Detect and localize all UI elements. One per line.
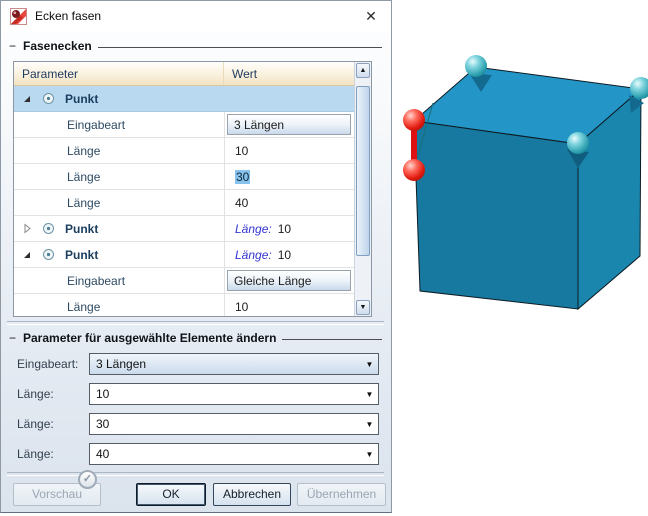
combobox-value: 40: [96, 447, 110, 461]
chevron-down-icon[interactable]: ▼: [361, 390, 378, 399]
parameter-table: Parameter Wert Punkt Eingabeart 3 Längen…: [13, 61, 372, 317]
point-icon: [40, 248, 57, 261]
cube-front-face: [413, 120, 579, 310]
section-divider: [7, 321, 384, 325]
point-icon: [40, 92, 57, 105]
laenge3-combobox[interactable]: 40 ▼: [89, 443, 379, 465]
table-row-laenge-2[interactable]: Länge 30: [14, 164, 354, 190]
summary-label: Länge:: [235, 221, 272, 236]
eingabeart-dropdown[interactable]: Gleiche Länge: [227, 270, 351, 291]
app-icon: [10, 7, 27, 25]
table-row-punkt-3[interactable]: Punkt Länge: 10: [14, 242, 354, 268]
table-body: Punkt Eingabeart 3 Längen Länge 10 Länge…: [14, 86, 354, 316]
window-title: Ecken fasen: [35, 9, 102, 23]
section-parameter-header: − Parameter für ausgewählte Elemente änd…: [9, 331, 382, 345]
table-row-punkt-1[interactable]: Punkt: [14, 86, 354, 112]
close-icon[interactable]: ✕: [360, 5, 382, 27]
row-label: Länge: [67, 195, 101, 210]
table-row-eingabeart-1[interactable]: Eingabeart 3 Längen: [14, 112, 354, 138]
section-label: Fasenecken: [23, 39, 92, 53]
laenge-value[interactable]: 10: [235, 144, 248, 158]
laenge-value[interactable]: 40: [235, 196, 248, 210]
laenge1-combobox[interactable]: 10 ▼: [89, 383, 379, 405]
row-label: Eingabeart: [67, 273, 126, 288]
table-header: Parameter Wert: [14, 62, 371, 86]
eingabeart-field-label: Eingabeart:: [17, 357, 79, 371]
expanded-icon[interactable]: [20, 94, 34, 104]
viewport-3d[interactable]: [392, 0, 648, 513]
laenge2-combobox[interactable]: 30 ▼: [89, 413, 379, 435]
scroll-down-button[interactable]: ▼: [356, 300, 370, 315]
corner-handle-red[interactable]: [403, 159, 425, 181]
corner-handle-teal[interactable]: [465, 55, 487, 77]
section-rule: [97, 46, 382, 48]
point-icon: [40, 222, 57, 235]
table-row-punkt-2[interactable]: Punkt Länge: 10: [14, 216, 354, 242]
combobox-value: 30: [96, 417, 110, 431]
check-badge-icon: ✓: [78, 470, 97, 489]
chevron-down-icon[interactable]: ▼: [361, 450, 378, 459]
table-row-eingabeart-2[interactable]: Eingabeart Gleiche Länge: [14, 268, 354, 294]
summary-label: Länge:: [235, 247, 272, 262]
row-label: Länge: [67, 143, 101, 158]
laenge-value-selected[interactable]: 30: [235, 169, 251, 184]
table-row-laenge-4[interactable]: Länge 10: [14, 294, 354, 316]
chevron-down-icon[interactable]: ▼: [361, 420, 378, 429]
collapse-icon[interactable]: −: [9, 39, 17, 53]
combobox-value: 10: [96, 387, 110, 401]
laenge1-field-label: Länge:: [17, 387, 54, 401]
section-fasenecken-header: − Fasenecken: [9, 39, 382, 53]
expanded-icon[interactable]: [20, 250, 34, 260]
laenge-value[interactable]: 10: [235, 300, 248, 314]
section-rule: [282, 338, 382, 340]
button-divider: [7, 472, 384, 476]
eingabeart-dropdown[interactable]: 3 Längen: [227, 114, 351, 135]
uebernehmen-button[interactable]: Übernehmen: [297, 483, 386, 506]
row-label: Länge: [67, 169, 101, 184]
laenge3-field-label: Länge:: [17, 447, 54, 461]
ok-button[interactable]: OK: [136, 483, 206, 506]
ecken-fasen-dialog: Ecken fasen ✕ − Fasenecken Parameter Wer…: [0, 0, 392, 513]
dropdown-value: 3 Längen: [234, 117, 285, 132]
cube-preview: [403, 55, 648, 311]
laenge2-field-label: Länge:: [17, 417, 54, 431]
column-header-wert[interactable]: Wert: [224, 62, 371, 85]
summary-value: 10: [277, 247, 292, 262]
corner-handle-red[interactable]: [403, 109, 425, 131]
collapsed-icon[interactable]: [20, 223, 34, 234]
table-row-laenge-3[interactable]: Länge 40: [14, 190, 354, 216]
scrollbar-thumb[interactable]: [356, 86, 370, 256]
row-label: Länge: [67, 299, 101, 314]
corner-handle-teal[interactable]: [567, 132, 589, 154]
combobox-value: 3 Längen: [96, 357, 147, 371]
abbrechen-button[interactable]: Abbrechen: [213, 483, 291, 506]
row-label: Punkt: [65, 221, 99, 236]
column-header-parameter[interactable]: Parameter: [14, 62, 224, 85]
section-label: Parameter für ausgewählte Elemente änder…: [23, 331, 277, 345]
dropdown-value: Gleiche Länge: [234, 273, 312, 288]
row-label: Eingabeart: [67, 117, 126, 132]
collapse-icon[interactable]: −: [9, 331, 17, 345]
table-row-laenge-1[interactable]: Länge 10: [14, 138, 354, 164]
titlebar[interactable]: Ecken fasen ✕: [1, 1, 391, 31]
chevron-down-icon[interactable]: ▼: [361, 360, 378, 369]
summary-value: 10: [277, 221, 292, 236]
eingabeart-combobox[interactable]: 3 Längen ▼: [89, 353, 379, 375]
vertical-scrollbar[interactable]: ▲ ▼: [354, 62, 371, 316]
row-label: Punkt: [65, 247, 99, 262]
scroll-up-button[interactable]: ▲: [356, 63, 370, 78]
row-label: Punkt: [65, 91, 99, 106]
